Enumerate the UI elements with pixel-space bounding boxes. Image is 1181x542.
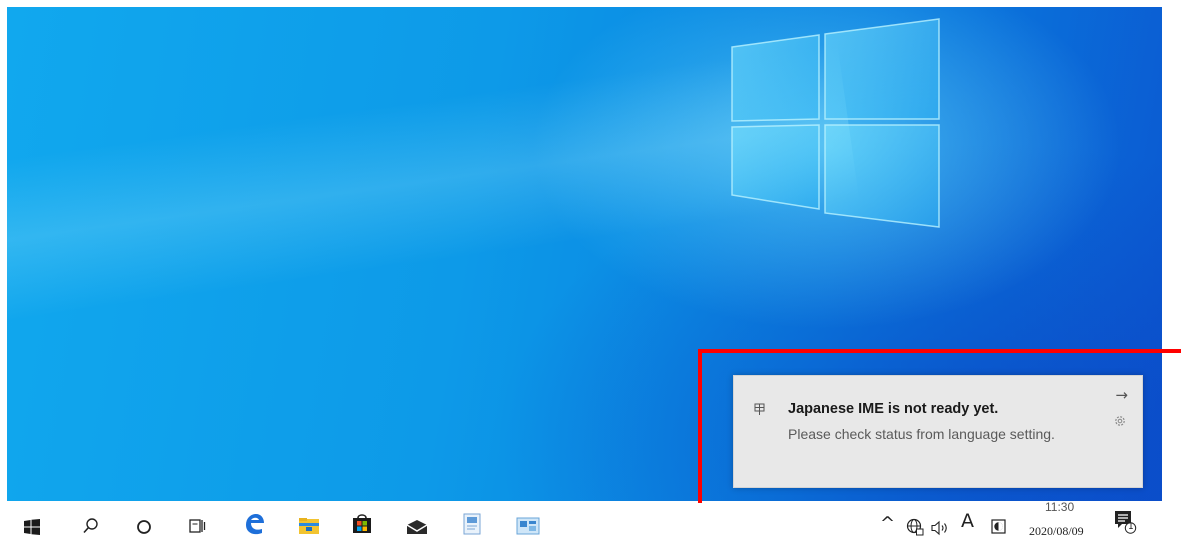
action-center-icon bbox=[1115, 511, 1137, 534]
store-icon[interactable] bbox=[352, 509, 372, 537]
notification-count-badge: 1 bbox=[1128, 522, 1134, 532]
windows-logo bbox=[731, 18, 940, 228]
file-explorer-icon[interactable] bbox=[298, 512, 320, 540]
notification-body: Please check status from language settin… bbox=[788, 426, 1055, 442]
ime-pad-icon[interactable] bbox=[991, 513, 1007, 541]
cortana-icon[interactable] bbox=[136, 513, 152, 541]
ime-mode-indicator[interactable]: A bbox=[961, 510, 974, 532]
app-icon[interactable] bbox=[462, 510, 482, 538]
arrow-right-icon[interactable]: → bbox=[1115, 386, 1128, 404]
mail-icon[interactable] bbox=[406, 513, 428, 541]
volume-icon[interactable] bbox=[930, 514, 950, 542]
start-icon[interactable] bbox=[24, 513, 40, 541]
show-hidden-icons-chevron[interactable]: ^ bbox=[880, 513, 895, 534]
app-icon-2[interactable] bbox=[516, 512, 540, 540]
action-center-button[interactable]: 1 bbox=[1112, 509, 1138, 535]
edge-icon[interactable] bbox=[242, 510, 266, 538]
desktop: Japanese IME is not ready yet. Please ch… bbox=[7, 7, 1162, 501]
gear-icon[interactable] bbox=[1113, 414, 1127, 428]
task-view-icon[interactable] bbox=[188, 512, 206, 540]
network-globe-icon[interactable] bbox=[906, 513, 924, 541]
notification-title: Japanese IME is not ready yet. bbox=[788, 401, 999, 417]
clock-date[interactable]: 2020/08/09 bbox=[1029, 524, 1084, 539]
clock-time[interactable]: 11:30 bbox=[1045, 500, 1074, 514]
toast-notification[interactable]: Japanese IME is not ready yet. Please ch… bbox=[733, 375, 1143, 488]
ime-icon bbox=[754, 403, 768, 417]
search-icon[interactable] bbox=[82, 512, 100, 540]
